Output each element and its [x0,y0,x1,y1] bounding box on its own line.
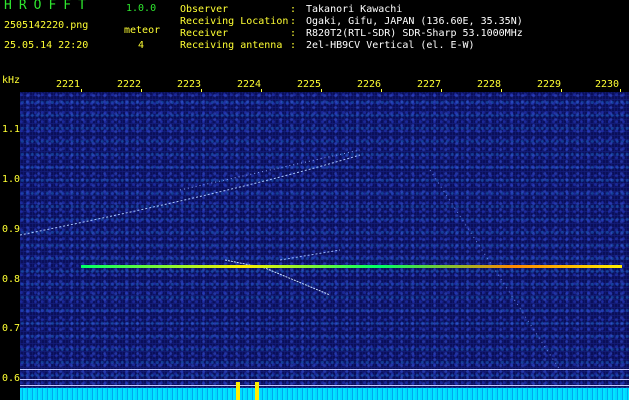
baseline-marker [20,379,629,380]
y-tick-label: 1.1 [2,124,21,135]
y-tick-label: 1.0 [2,174,21,185]
meteor-trail [19,154,361,236]
meteor-trail [179,149,361,191]
frequency-axis: kHz 1.1 1.0 0.9 0.8 0.7 0.6 [0,75,21,400]
y-tick-label: 0.7 [2,323,21,334]
baseline-marker [20,369,629,370]
signal-level-strip [20,388,629,400]
meteor-trails [19,149,561,371]
meteor-trail [429,169,561,371]
signal-spike [255,382,259,400]
signal-spike [236,382,240,400]
y-tick-label: 0.8 [2,274,21,285]
y-tick-label: 0.6 [2,373,21,384]
y-tick-label: 0.9 [2,224,21,235]
axis-unit-label: kHz [2,75,21,86]
meteor-trail [279,249,341,261]
baseline-marker [20,385,629,386]
carrier-signal [81,265,622,268]
